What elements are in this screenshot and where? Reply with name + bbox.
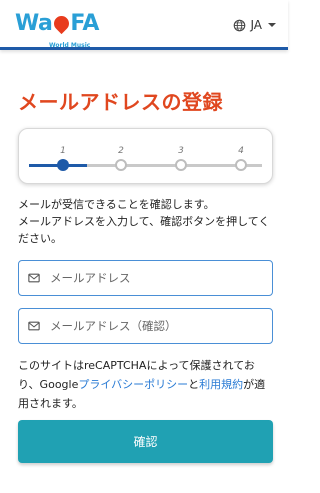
instructions-line-1: メールが受信できることを確認します。 bbox=[18, 198, 215, 211]
instructions-line-2: メールアドレスを入力して、確認ボタンを押してください。 bbox=[18, 215, 270, 245]
language-label: JA bbox=[250, 18, 262, 32]
step-number-1: 1 bbox=[60, 146, 66, 156]
email-confirm-field[interactable] bbox=[18, 308, 273, 344]
step-dot-1 bbox=[57, 159, 69, 171]
step-dot-2 bbox=[115, 159, 127, 171]
step-number-2: 2 bbox=[118, 146, 124, 156]
recaptcha-middle: と bbox=[188, 378, 200, 391]
terms-link[interactable]: 利用規約 bbox=[199, 378, 243, 391]
step-dot-4 bbox=[235, 159, 247, 171]
envelope-icon bbox=[28, 321, 40, 331]
confirm-button[interactable]: 確認 bbox=[18, 420, 273, 463]
step-number-4: 4 bbox=[238, 146, 244, 156]
logo-tagline: World Music bbox=[49, 42, 91, 49]
envelope-icon bbox=[28, 273, 40, 283]
email-input[interactable] bbox=[50, 271, 250, 285]
language-selector[interactable]: JA bbox=[233, 16, 276, 34]
logo-text-wa: Wa bbox=[15, 11, 53, 36]
progress-stepper: 1 2 3 4 bbox=[18, 128, 273, 184]
email-field[interactable] bbox=[18, 260, 273, 296]
email-confirm-input[interactable] bbox=[50, 319, 250, 333]
recaptcha-notice: このサイトはreCAPTCHAによって保護されており、Googleプライバシーポ… bbox=[18, 356, 276, 413]
privacy-policy-link[interactable]: プライバシーポリシー bbox=[78, 378, 188, 391]
instructions-text: メールが受信できることを確認します。 メールアドレスを入力して、確認ボタンを押し… bbox=[18, 196, 276, 247]
wafa-logo[interactable]: Wa FA World Music bbox=[15, 9, 115, 49]
chevron-down-icon bbox=[268, 23, 276, 27]
app-header: Wa FA World Music JA bbox=[0, 0, 288, 50]
page-title: メールアドレスの登録 bbox=[18, 90, 223, 114]
step-number-3: 3 bbox=[178, 146, 184, 156]
globe-icon bbox=[234, 19, 246, 31]
step-dot-3 bbox=[175, 159, 187, 171]
